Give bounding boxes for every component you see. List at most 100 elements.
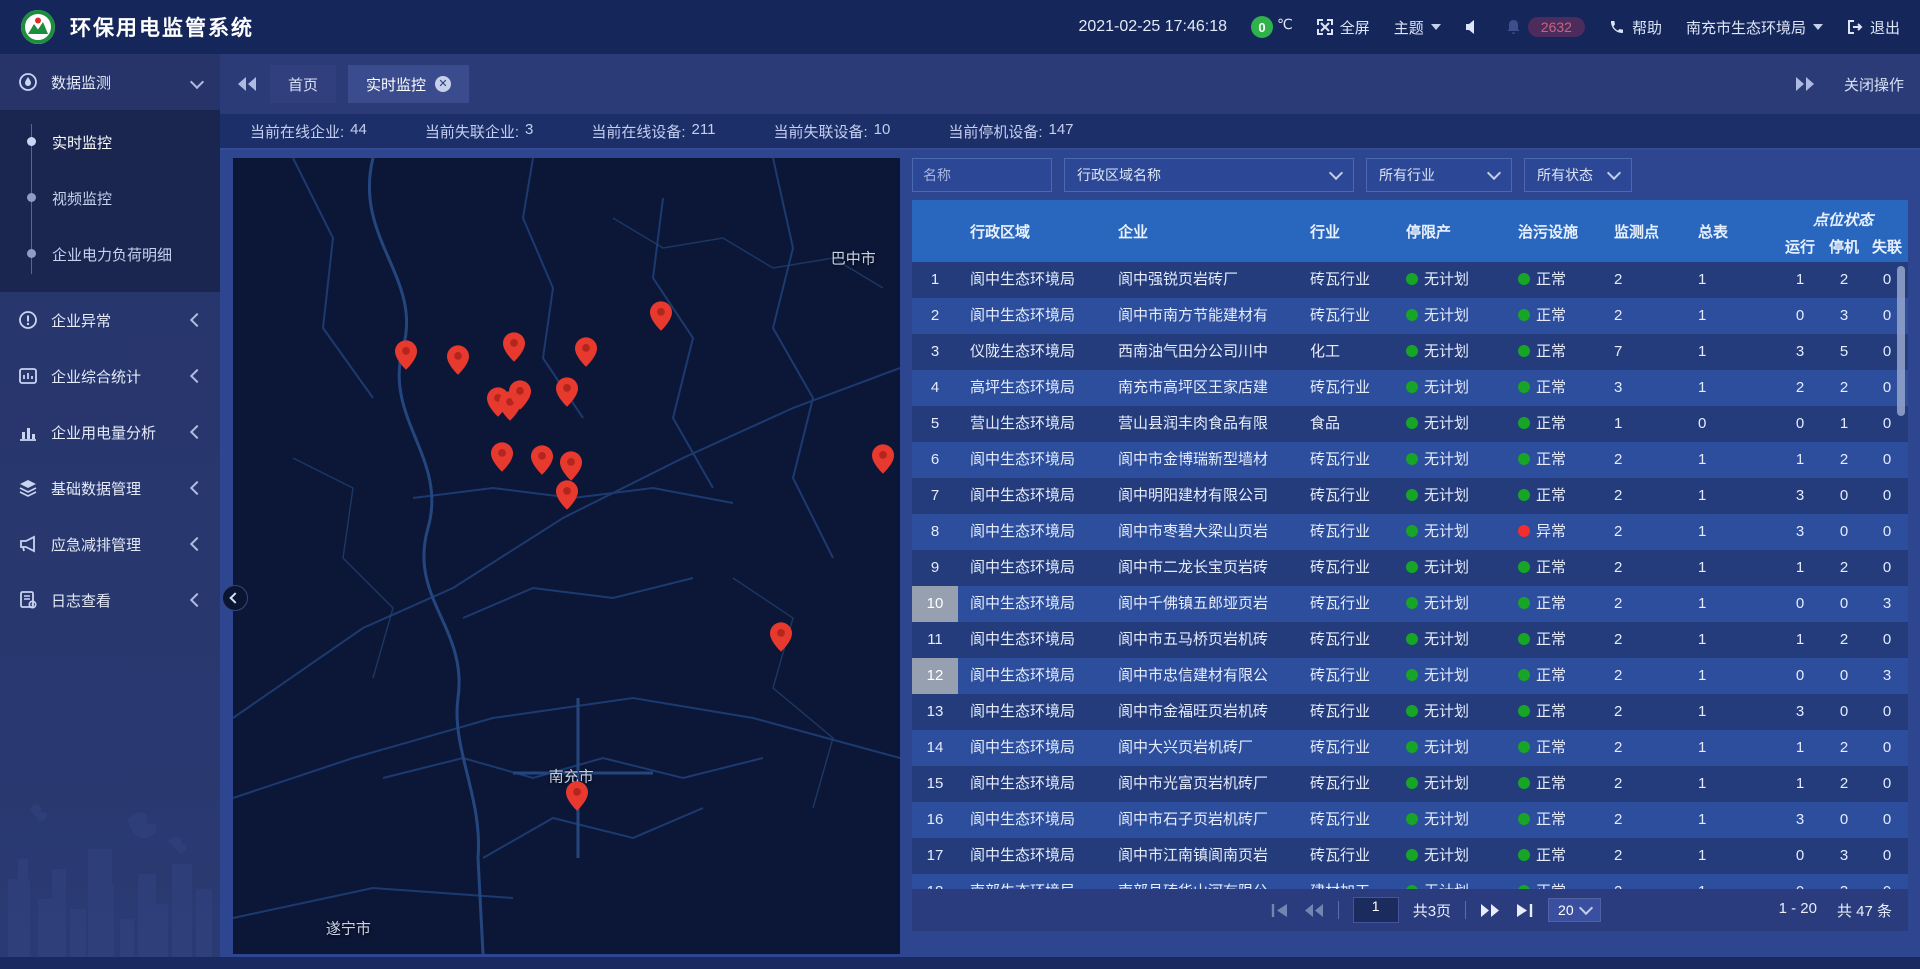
map-pin[interactable] (560, 451, 582, 481)
row-index: 14 (912, 730, 958, 766)
table-row[interactable]: 14阆中生态环境局阆中大兴页岩机砖厂砖瓦行业无计划正常21120 (912, 730, 1908, 766)
cell-stop-limit: 无计划 (1394, 262, 1506, 298)
table-row[interactable]: 8阆中生态环境局阆中市枣碧大梁山页岩砖瓦行业无计划异常21300 (912, 514, 1908, 550)
table-row[interactable]: 10阆中生态环境局阆中千佛镇五郎垭页岩砖瓦行业无计划正常21003 (912, 586, 1908, 622)
status-filter-select[interactable]: 所有状态 (1524, 158, 1632, 192)
close-operations-button[interactable]: 关闭操作 (1844, 74, 1904, 95)
last-page-icon[interactable] (1514, 903, 1534, 918)
sidebar-item-enterprise-abnormal[interactable]: 企业异常 (0, 292, 220, 348)
logout-button[interactable]: 退出 (1847, 17, 1900, 38)
table-row[interactable]: 3仪陇生态环境局西南油气田分公司川中化工无计划正常71350 (912, 334, 1908, 370)
cell-running: 0 (1778, 298, 1822, 334)
sidebar-item-emergency-reduction[interactable]: 应急减排管理 (0, 516, 220, 572)
row-index: 3 (912, 334, 958, 370)
tabs-scroll-right-icon[interactable] (1794, 76, 1816, 92)
map-pin[interactable] (566, 781, 588, 811)
first-page-icon[interactable] (1270, 903, 1290, 918)
map-pin[interactable] (509, 380, 531, 410)
table-row[interactable]: 17阆中生态环境局阆中市江南镇阆南页岩砖瓦行业无计划正常21030 (912, 838, 1908, 874)
page-number-input[interactable]: 1 (1353, 897, 1399, 923)
name-filter-input[interactable] (912, 158, 1052, 192)
map-pin[interactable] (770, 622, 792, 652)
cell-stopped: 0 (1822, 694, 1866, 730)
chevron-left-icon (229, 592, 240, 603)
map-pin[interactable] (575, 337, 597, 367)
table-row[interactable]: 1阆中生态环境局阆中强锐页岩砖厂砖瓦行业无计划正常21120 (912, 262, 1908, 298)
status-ok-dot (1406, 777, 1418, 789)
table-scrollbar[interactable] (1897, 266, 1905, 416)
map-pin[interactable] (556, 377, 578, 407)
sidebar-item-video-monitor[interactable]: 视频监控 (0, 170, 220, 226)
next-page-icon[interactable] (1480, 903, 1500, 918)
cell-company: 阆中明阳建材有限公司 (1106, 478, 1298, 514)
row-index: 15 (912, 766, 958, 802)
sidebar-item-log-view[interactable]: 日志查看 (0, 572, 220, 628)
table-row[interactable]: 15阆中生态环境局阆中市光富页岩机砖厂砖瓦行业无计划正常21120 (912, 766, 1908, 802)
map-pin[interactable] (395, 340, 417, 370)
speaker-mute-icon[interactable] (1465, 19, 1482, 35)
prev-page-icon[interactable] (1304, 903, 1324, 918)
map-pin[interactable] (531, 445, 553, 475)
sidebar-item-power-load-detail[interactable]: 企业电力负荷明细 (0, 226, 220, 282)
table-row[interactable]: 12阆中生态环境局阆中市忠信建材有限公砖瓦行业无计划正常21003 (912, 658, 1908, 694)
table-row[interactable]: 16阆中生态环境局阆中市石子页岩机砖厂砖瓦行业无计划正常21300 (912, 802, 1908, 838)
tab-realtime-monitor[interactable]: 实时监控 ✕ (348, 65, 469, 103)
table-row[interactable]: 18南部生态环境局南部县砖华山河有限公建材加工无计划正常21030 (912, 874, 1908, 889)
cell-company: 阆中市石子页岩机砖厂 (1106, 802, 1298, 838)
cell-running: 0 (1778, 658, 1822, 694)
window-stats-icon (18, 366, 38, 386)
stat-label: 当前停机设备: (948, 121, 1042, 142)
map-pin[interactable] (447, 345, 469, 375)
table-row[interactable]: 13阆中生态环境局阆中市金福旺页岩机砖砖瓦行业无计划正常21300 (912, 694, 1908, 730)
cell-industry: 砖瓦行业 (1298, 478, 1394, 514)
help-button[interactable]: 帮助 (1609, 17, 1662, 38)
cell-monitor-points: 7 (1602, 334, 1686, 370)
table-row[interactable]: 7阆中生态环境局阆中明阳建材有限公司砖瓦行业无计划正常21300 (912, 478, 1908, 514)
cell-total-meter: 1 (1686, 478, 1778, 514)
tab-close-icon[interactable]: ✕ (435, 76, 451, 92)
stat-value: 211 (692, 121, 716, 142)
gauge-icon (18, 72, 38, 92)
sidebar-item-power-analysis[interactable]: 企业用电量分析 (0, 404, 220, 460)
cell-stopped: 2 (1822, 370, 1866, 406)
map-pin[interactable] (872, 444, 894, 474)
cell-stop-limit: 无计划 (1394, 730, 1506, 766)
organization-dropdown[interactable]: 南充市生态环境局 (1686, 17, 1823, 38)
map-panel[interactable]: 巴中市南充市遂宁市 (233, 158, 900, 954)
tab-bar: 首页 实时监控 ✕ 关闭操作 (220, 54, 1920, 114)
phone-icon (1609, 19, 1625, 35)
region-filter-select[interactable]: 行政区域名称 (1064, 158, 1354, 192)
table-row[interactable]: 2阆中生态环境局阆中市南方节能建材有砖瓦行业无计划正常21030 (912, 298, 1908, 334)
table-row[interactable]: 4高坪生态环境局南充市高坪区王家店建砖瓦行业无计划正常31220 (912, 370, 1908, 406)
sidebar-item-base-data[interactable]: 基础数据管理 (0, 460, 220, 516)
cell-running: 1 (1778, 550, 1822, 586)
table-row[interactable]: 5营山生态环境局营山县润丰肉食品有限食品无计划正常10010 (912, 406, 1908, 442)
map-pin[interactable] (650, 301, 672, 331)
theme-label: 主题 (1394, 17, 1424, 38)
sidebar-nav: 数据监测 实时监控 视频监控 企业电力负荷明细 企业异常 (0, 54, 220, 969)
map-pin[interactable] (491, 442, 513, 472)
map-pin[interactable] (503, 332, 525, 362)
notification-bell[interactable]: 2632 (1506, 17, 1585, 37)
cell-running: 0 (1778, 586, 1822, 622)
map-pin[interactable] (556, 480, 578, 510)
tab-home[interactable]: 首页 (270, 65, 336, 103)
status-ok-dot (1518, 489, 1530, 501)
table-row[interactable]: 6阆中生态环境局阆中市金博瑞新型墙材砖瓦行业无计划正常21120 (912, 442, 1908, 478)
sidebar-item-enterprise-statistics[interactable]: 企业综合统计 (0, 348, 220, 404)
map-collapse-handle[interactable] (222, 585, 248, 611)
sidebar-item-data-monitoring[interactable]: 数据监测 (0, 54, 220, 110)
cell-company: 阆中强锐页岩砖厂 (1106, 262, 1298, 298)
row-index: 11 (912, 622, 958, 658)
page-size-select[interactable]: 20 (1548, 898, 1601, 922)
tabs-scroll-left-icon[interactable] (236, 76, 258, 92)
table-row[interactable]: 11阆中生态环境局阆中市五马桥页岩机砖砖瓦行业无计划正常21120 (912, 622, 1908, 658)
fullscreen-button[interactable]: 全屏 (1317, 17, 1370, 38)
submenu-item-label: 实时监控 (52, 132, 112, 153)
table-row[interactable]: 9阆中生态环境局阆中市二龙长宝页岩砖砖瓦行业无计划正常21120 (912, 550, 1908, 586)
sidebar-item-realtime-monitor[interactable]: 实时监控 (0, 114, 220, 170)
bottom-border-strip (0, 957, 1920, 969)
status-ok-dot (1406, 813, 1418, 825)
theme-dropdown[interactable]: 主题 (1394, 17, 1441, 38)
industry-filter-select[interactable]: 所有行业 (1366, 158, 1512, 192)
